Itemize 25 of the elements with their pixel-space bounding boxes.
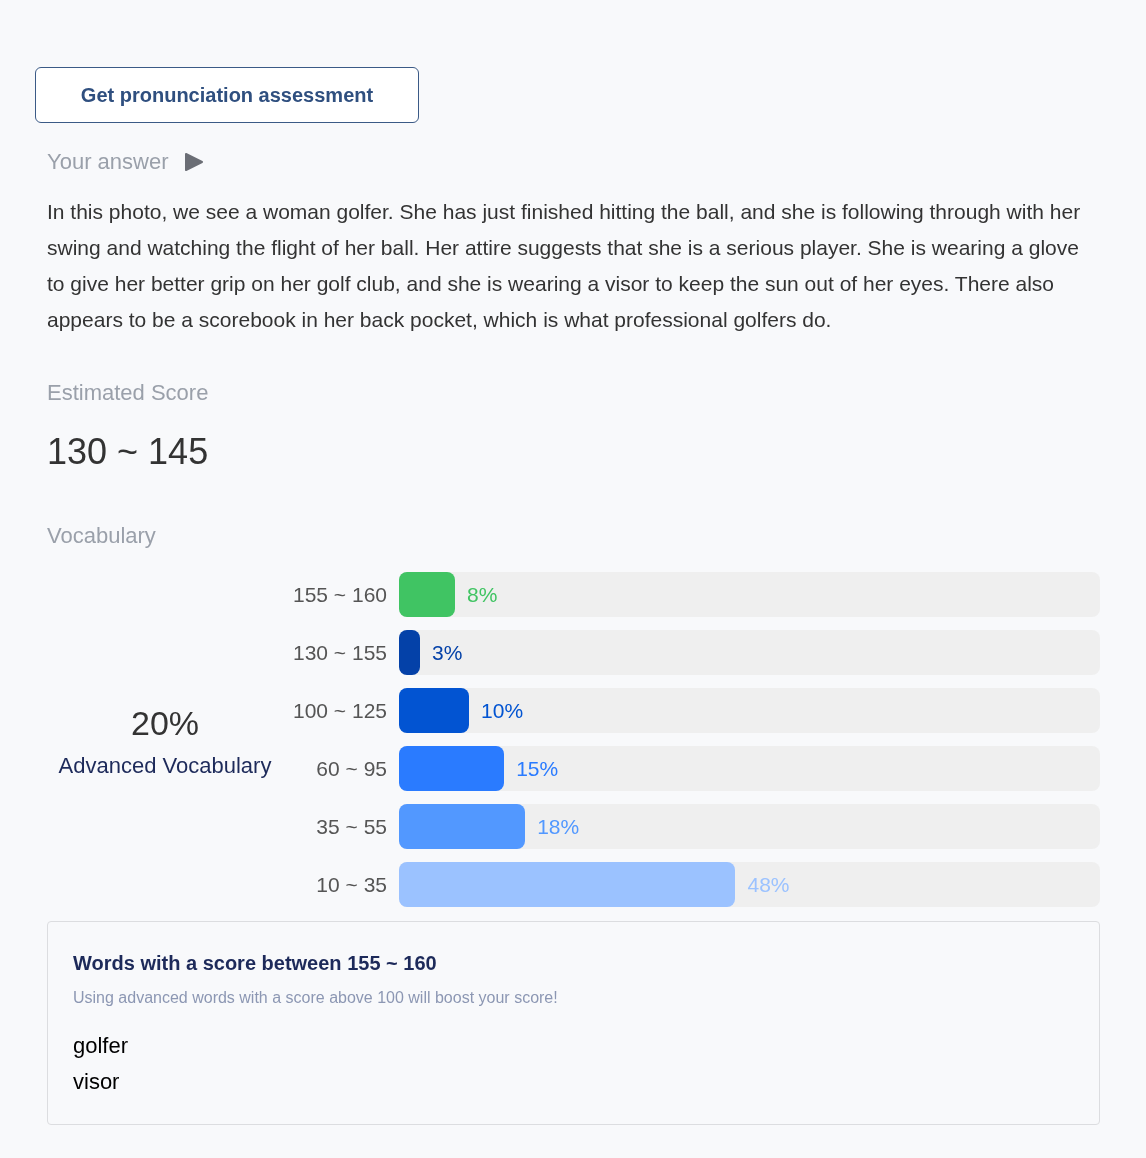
- answer-text: In this photo, we see a woman golfer. She has just finished hitting the ball, and she is following through with her swing and watching the flight of her ball. Her attire suggests that she is a serious player. She is wearing a glove to give her better grip on her golf club, and she is wearing a visor to keep the sun out of her eyes. There also appears to be a scorebook in her back pocket, which is what professional golfers do.: [47, 199, 1082, 333]
- play-icon[interactable]: [184, 151, 205, 172]
- range-label: 155 ~ 160: [292, 581, 388, 608]
- vocabulary-percent: 20%: [130, 702, 200, 744]
- percent-label: 10%: [481, 697, 524, 724]
- range-label: 60 ~ 95: [315, 755, 388, 782]
- section-heading: Your answer: [47, 148, 169, 176]
- score-value: 130 ~ 145: [47, 430, 210, 474]
- percent-label: 3%: [432, 639, 463, 666]
- percent-label: 18%: [537, 813, 580, 840]
- percent-label: 8%: [467, 581, 498, 608]
- percent-label: 15%: [516, 755, 559, 782]
- range-label: 130 ~ 155: [292, 639, 388, 666]
- assessment-button[interactable]: Get pronunciation assessment: [35, 67, 419, 123]
- word-item: visor: [73, 1068, 121, 1096]
- percent-label: 48%: [747, 871, 790, 898]
- range-label: 100 ~ 125: [292, 697, 388, 724]
- panel-title: Words with a score between 155 ~ 160: [73, 951, 438, 976]
- section-heading: Estimated Score: [47, 379, 210, 407]
- range-label: 10 ~ 35: [315, 871, 388, 898]
- panel-hint: Using advanced words with a score above 100 will boost your score!: [73, 988, 559, 1008]
- range-label: 35 ~ 55: [315, 813, 388, 840]
- word-item: golfer: [73, 1032, 130, 1060]
- section-heading: Vocabulary: [47, 522, 157, 550]
- vocabulary-caption: Advanced Vocabulary: [58, 751, 272, 780]
